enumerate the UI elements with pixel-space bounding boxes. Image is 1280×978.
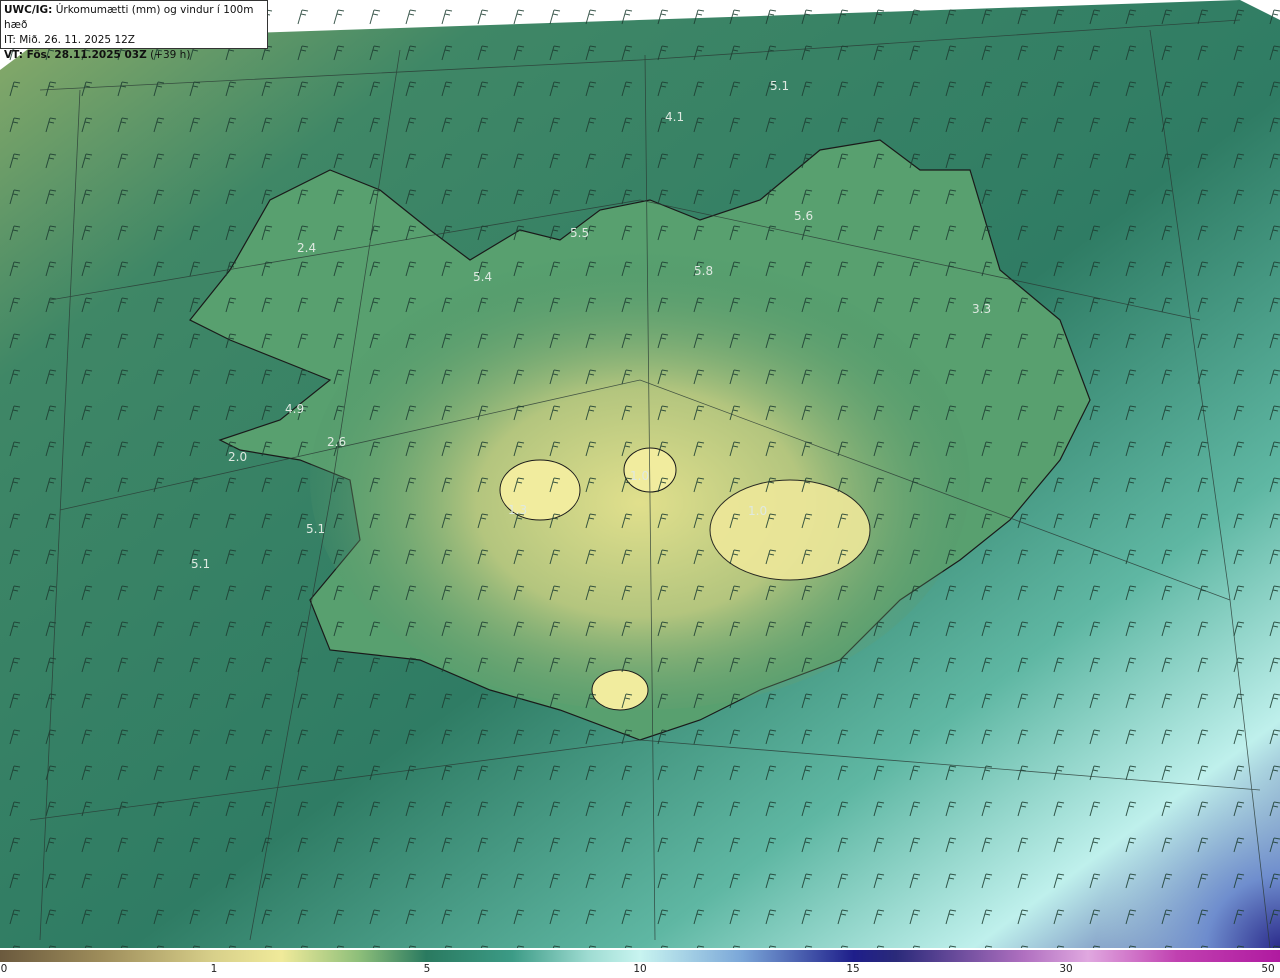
station-value: 4.9 — [285, 402, 304, 416]
station-value: 5.8 — [694, 264, 713, 278]
map-area: 5.1 4.1 5.5 5.6 5.8 2.4 5.4 3.3 4.9 2.6 … — [0, 0, 1280, 948]
station-value: 5.6 — [794, 209, 813, 223]
station-value: 5.1 — [770, 79, 789, 93]
model-name: UWC/IG: — [4, 4, 53, 16]
colorbar — [0, 950, 1280, 962]
valid-time-line: VT: Fös. 28.11.2025 03Z (+39 h) — [4, 48, 264, 63]
station-value: 1.0 — [748, 504, 767, 518]
station-value: 2.0 — [228, 450, 247, 464]
lead-time: (+39 h) — [150, 49, 191, 61]
colorbar-tick: 50 — [1261, 963, 1275, 975]
station-value: 1.3 — [508, 503, 527, 517]
station-value: 5.1 — [306, 522, 325, 536]
colorbar-tick: 0 — [0, 963, 8, 975]
station-value: 5.4 — [473, 270, 492, 284]
station-value: 5.1 — [191, 557, 210, 571]
colorbar-tick: 15 — [846, 963, 860, 975]
station-value: 1.0 — [630, 469, 649, 483]
title-line: UWC/IG: Úrkomumætti (mm) og vindur í 100… — [4, 3, 264, 33]
colorbar-tick: 30 — [1059, 963, 1073, 975]
map-header-box: UWC/IG: Úrkomumætti (mm) og vindur í 100… — [0, 0, 268, 61]
station-value: 2.4 — [297, 241, 316, 255]
colorbar-tick: 10 — [633, 963, 647, 975]
station-value: 2.6 — [327, 435, 346, 449]
precipitation-map: 5.1 4.1 5.5 5.6 5.8 2.4 5.4 3.3 4.9 2.6 … — [0, 0, 1280, 948]
colorbar-tick: 5 — [423, 963, 431, 975]
station-value: 5.5 — [570, 226, 589, 240]
valid-time: VT: Fös. 28.11.2025 03Z — [4, 49, 147, 61]
init-time: IT: Mið. 26. 11. 2025 12Z — [4, 34, 135, 46]
station-value: 4.1 — [665, 110, 684, 124]
colorbar-tick: 1 — [210, 963, 218, 975]
station-value: 3.3 — [972, 302, 991, 316]
